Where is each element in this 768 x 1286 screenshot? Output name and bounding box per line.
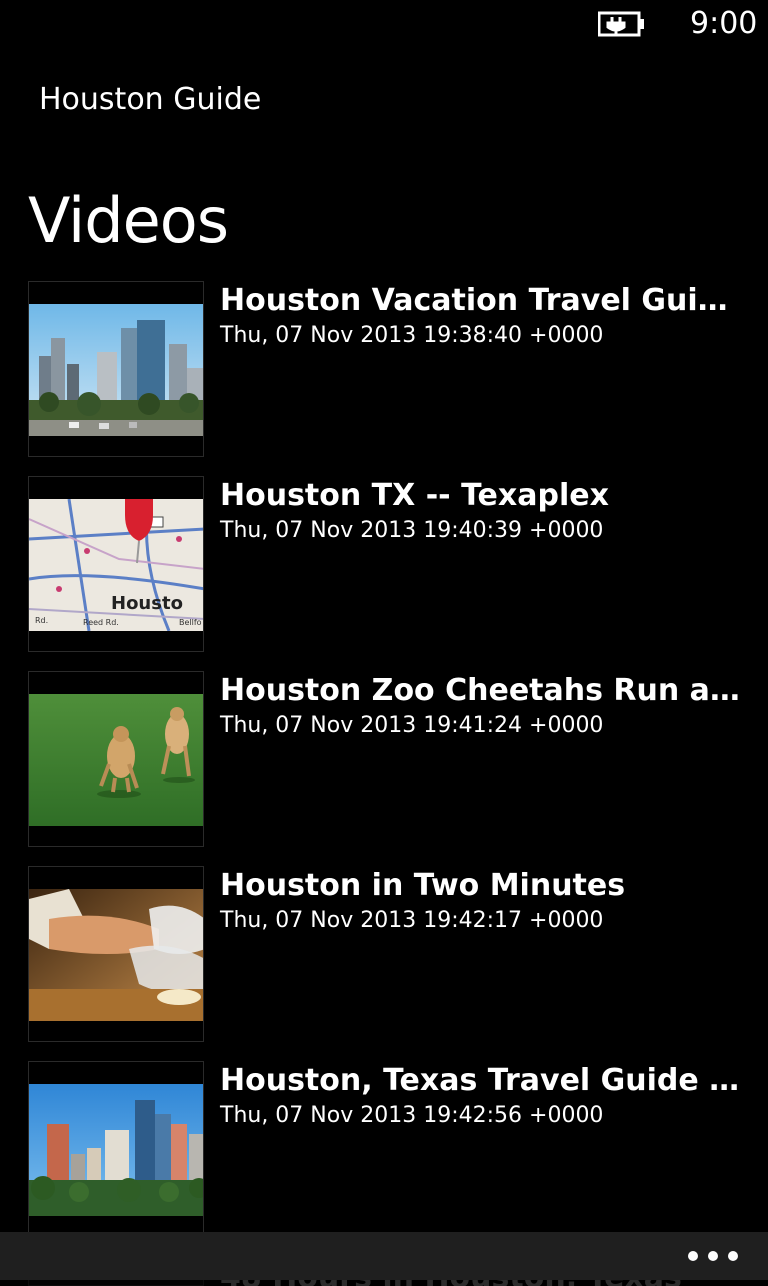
dot [708,1251,718,1261]
svg-text:Reed Rd.: Reed Rd. [83,618,119,627]
ellipsis-icon[interactable] [688,1246,738,1266]
video-title: Houston, Texas Travel Guide - Must-See A… [220,1063,740,1098]
video-list-item[interactable]: Houston Zoo Cheetahs Run at Full Speed T… [0,671,768,866]
battery-charging-icon [598,11,644,37]
status-bar: 9:00 [0,0,768,50]
cheetahs-running-thumbnail [28,671,204,847]
svg-text:Rd.: Rd. [35,616,48,625]
status-clock: 9:00 [690,6,758,41]
video-date: Thu, 07 Nov 2013 19:41:24 +0000 [220,713,604,738]
video-title: Houston Zoo Cheetahs Run at Full Speed [220,673,740,708]
video-list-item[interactable]: Houston Vacation Travel Guide | Expedia … [0,281,768,476]
video-date: Thu, 07 Nov 2013 19:42:17 +0000 [220,908,604,933]
dot [688,1251,698,1261]
video-date: Thu, 07 Nov 2013 19:42:56 +0000 [220,1103,604,1128]
svg-text:Bellfo: Bellfo [179,618,202,627]
houston-downtown-thumbnail [28,1061,204,1237]
video-title: Houston Vacation Travel Guide | Expedia [220,283,740,318]
video-date: Thu, 07 Nov 2013 19:40:39 +0000 [220,518,604,543]
app-title: Houston Guide [39,82,262,117]
video-title: Houston TX -- Texaplex [220,478,609,513]
houston-map-pin-thumbnail: Housto Rd. Reed Rd. Bellfo [28,476,204,652]
dot [728,1251,738,1261]
video-list-item[interactable]: Housto Rd. Reed Rd. Bellfo Houston TX --… [0,476,768,671]
application-bar [0,1232,768,1280]
houston-skyline-thumbnail [28,281,204,457]
video-list-item[interactable]: Houston, Texas Travel Guide - Must-See A… [0,1061,768,1256]
svg-text:Housto: Housto [111,593,183,614]
video-date: Thu, 07 Nov 2013 19:38:40 +0000 [220,323,604,348]
video-list: Houston Vacation Travel Guide | Expedia … [0,281,768,1256]
video-title: Houston in Two Minutes [220,868,626,903]
chef-hands-thumbnail [28,866,204,1042]
page-title: Videos [28,184,229,257]
video-list-item[interactable]: Houston in Two Minutes Thu, 07 Nov 2013 … [0,866,768,1061]
